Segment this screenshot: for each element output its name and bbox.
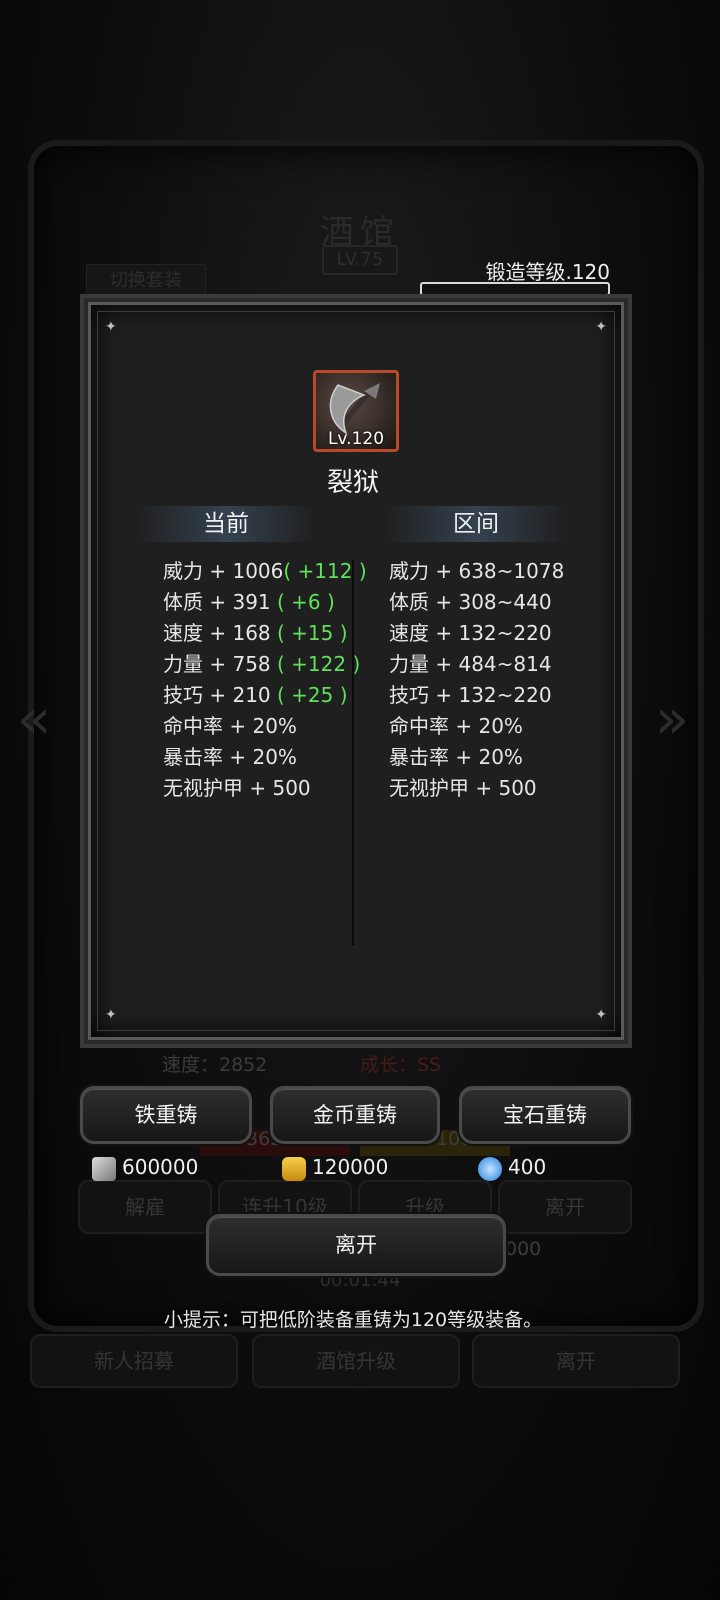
arrow-left-icon: « [16,687,52,752]
range-stat-row: 力量 + 484~814 [389,652,552,676]
leave-button[interactable]: 离开 [206,1214,506,1276]
range-stat-row: 威力 + 638~1078 [389,559,565,583]
corner-sparkle-icon: ✦ [105,1007,117,1023]
range-stat-row: 暴击率 + 20% [389,745,523,769]
current-stat-row: 命中率 + 20% [163,714,297,738]
range-stat-row: 无视护甲 + 500 [389,776,537,800]
gem-currency: 400 [478,1152,546,1182]
forge-level-label: 锻造等级.120 [485,260,610,284]
bg-stat-speed: 速度：2852 [162,1054,268,1076]
corner-sparkle-icon: ✦ [105,319,117,335]
bg-stat-growth: 成长：SS [360,1054,442,1076]
corner-sparkle-icon: ✦ [595,319,607,335]
forge-progress-bar [420,282,610,296]
switch-outfit-button: 切换套装 [86,264,206,298]
current-stat-row: 力量 + 758 ( +122 ) [163,652,361,676]
hint-text: 小提示：可把低阶装备重铸为120等级装备。 [163,1309,543,1331]
corner-sparkle-icon: ✦ [595,1007,607,1023]
gold-reforge-button[interactable]: 金币重铸 [270,1086,440,1144]
bg-upgrade-tavern-button: 酒馆升级 [252,1334,460,1388]
tavern-level: LV.75 [322,245,398,275]
range-stat-row: 体质 + 308~440 [389,590,552,614]
range-stat-row: 速度 + 132~220 [389,621,552,645]
bg-recruit-button: 新人招募 [30,1334,238,1388]
item-icon[interactable]: Lv.120 [313,370,399,452]
bg-leave-button-2: 离开 [472,1334,680,1388]
current-stat-row: 暴击率 + 20% [163,745,297,769]
bg-dismiss-button: 解雇 [78,1180,212,1234]
iron-ingot-icon [92,1156,116,1181]
current-stat-row: 体质 + 391 ( +6 ) [163,590,335,614]
range-column-header: 区间 [386,506,566,542]
range-stat-row: 技巧 + 132~220 [389,683,552,707]
current-stat-row: 速度 + 168 ( +15 ) [163,621,348,645]
range-stat-row: 命中率 + 20% [389,714,523,738]
range-stats-list: 威力 + 638~1078 体质 + 308~440 速度 + 132~220 … [389,556,564,804]
gem-reforge-button[interactable]: 宝石重铸 [459,1086,631,1144]
current-stat-row: 威力 + 1006( +112 ) [163,559,367,583]
bg-partial-number: 000 [505,1238,542,1260]
current-column-header: 当前 [136,506,316,542]
gem-icon [478,1156,502,1181]
item-name: 裂狱 [326,468,379,498]
iron-reforge-button[interactable]: 铁重铸 [80,1086,252,1144]
gold-coin-icon [282,1156,306,1181]
gold-currency: 120000 [282,1152,388,1182]
current-stats-list: 威力 + 1006( +112 ) 体质 + 391 ( +6 ) 速度 + 1… [163,556,367,804]
bg-leave-button: 离开 [498,1180,632,1234]
iron-currency: 600000 [92,1152,198,1182]
current-stat-row: 技巧 + 210 ( +25 ) [163,683,348,707]
item-level: Lv.120 [327,429,385,449]
current-stat-row: 无视护甲 + 500 [163,776,311,800]
arrow-right-icon: » [654,687,690,752]
